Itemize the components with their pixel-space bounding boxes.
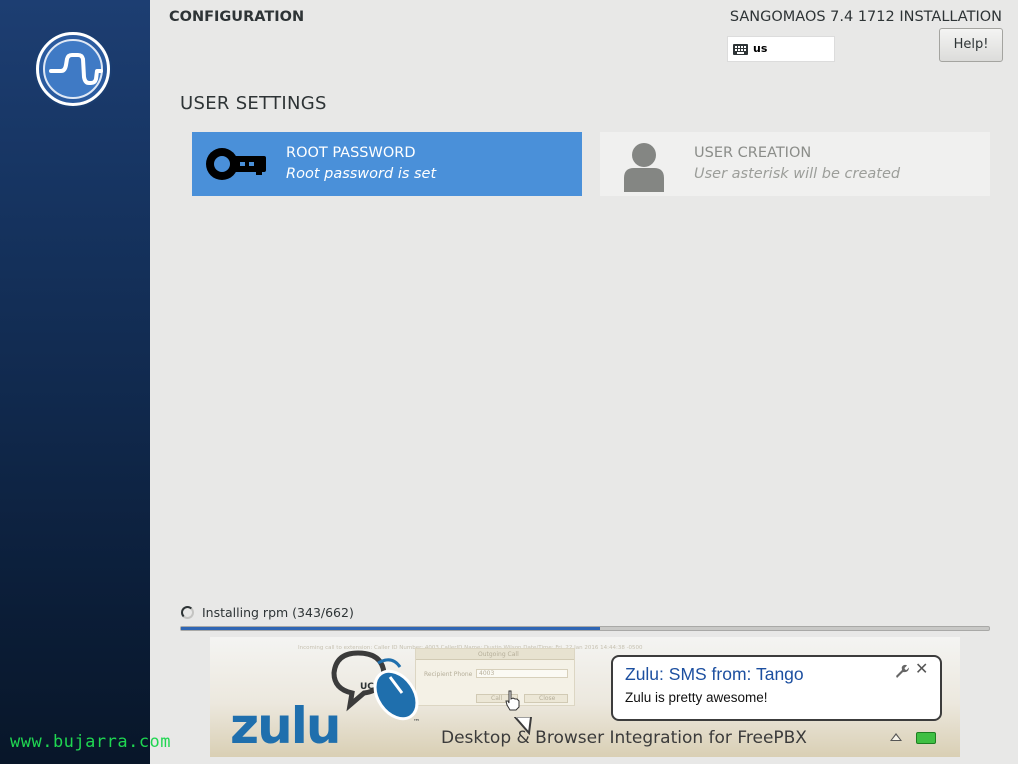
- spoke-title: USER CREATION: [694, 145, 812, 161]
- keyboard-layout-indicator[interactable]: us: [727, 36, 835, 62]
- progress-bar: [180, 626, 990, 631]
- waveform-icon: [49, 53, 103, 85]
- watermark: www.bujarra.com: [10, 732, 172, 752]
- zulu-logo-suffix: UC: [360, 682, 374, 692]
- screenshot-close-button: Close: [539, 695, 556, 702]
- notification-title: Zulu: SMS from: Tango: [625, 664, 804, 684]
- screenshot-call-button: Call: [491, 695, 503, 702]
- zulu-banner: Incoming call to extension: Caller ID Nu…: [210, 637, 960, 757]
- zulu-chat-mouse-icon: [331, 650, 419, 721]
- banner-tagline: Desktop & Browser Integration for FreePB…: [441, 728, 807, 748]
- help-button[interactable]: Help!: [939, 28, 1003, 62]
- page-title: CONFIGURATION: [169, 9, 305, 25]
- notification-tail: [514, 717, 532, 735]
- user-creation-spoke[interactable]: USER CREATION User asterisk will be crea…: [600, 132, 990, 196]
- spoke-status: Root password is set: [286, 166, 437, 182]
- sangoma-logo: [36, 32, 110, 106]
- sidebar: www.bujarra.com: [0, 0, 171, 764]
- trademark: ™: [413, 718, 420, 726]
- product-title: SANGOMAOS 7.4 1712 INSTALLATION: [729, 9, 1002, 25]
- progress-bar-fill: [181, 627, 600, 630]
- section-title-user-settings: USER SETTINGS: [180, 93, 327, 114]
- spoke-title: ROOT PASSWORD: [286, 145, 416, 161]
- spinner-icon: [181, 606, 194, 619]
- spoke-status: User asterisk will be created: [694, 166, 901, 182]
- wrench-icon: [896, 664, 909, 678]
- close-icon: ✕: [915, 659, 929, 678]
- screenshot-field-value: 4003: [479, 670, 495, 677]
- screenshot-window-title: Outgoing Call: [478, 651, 519, 658]
- user-icon: [610, 140, 680, 192]
- keyboard-layout-label: us: [753, 42, 768, 55]
- tray-app-icon: [916, 732, 936, 744]
- notification-body: Zulu is pretty awesome!: [625, 690, 768, 705]
- zulu-logo-text: zulu: [230, 697, 341, 755]
- key-icon: [202, 140, 272, 188]
- keyboard-icon: [733, 44, 748, 55]
- sms-notification: Zulu: SMS from: Tango Zulu is pretty awe…: [611, 655, 942, 721]
- progress-status: Installing rpm (343/662): [202, 605, 354, 620]
- pointer-hand-icon: [505, 690, 520, 711]
- root-password-spoke[interactable]: ROOT PASSWORD Root password is set: [192, 132, 582, 196]
